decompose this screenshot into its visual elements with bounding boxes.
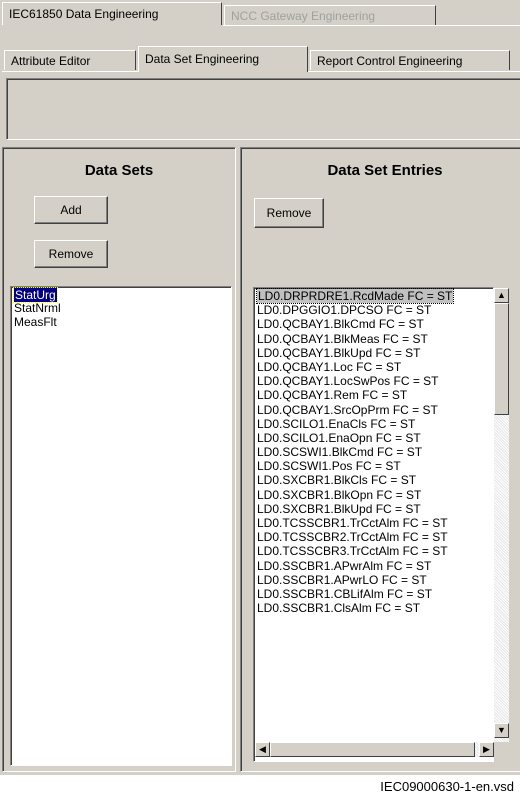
remove-entry-button[interactable]: Remove — [254, 198, 324, 228]
list-item-entry[interactable]: LD0.QCBAY1.SrcOpPrm FC = ST — [254, 403, 493, 417]
list-item-entry[interactable]: LD0.SXCBR1.BlkOpn FC = ST — [254, 488, 493, 502]
tab-ncc-gateway-engineering[interactable]: NCC Gateway Engineering — [224, 5, 436, 25]
list-item-entry[interactable]: LD0.TCSSCBR3.TrCctAlm FC = ST — [254, 544, 493, 558]
list-item-entry[interactable]: LD0.QCBAY1.BlkMeas FC = ST — [254, 332, 493, 346]
list-item-entry[interactable]: LD0.TCSSCBR1.TrCctAlm FC = ST — [254, 516, 493, 530]
list-item-entry[interactable]: LD0.QCBAY1.Rem FC = ST — [254, 388, 493, 402]
list-item-entry[interactable]: LD0.SSCBR1.CBLifAlm FC = ST — [254, 587, 493, 601]
tab-iec61850-data-engineering[interactable]: IEC61850 Data Engineering — [2, 2, 222, 25]
tab-data-set-engineering[interactable]: Data Set Engineering — [138, 46, 308, 72]
figure-caption: IEC09000630-1-en.vsd — [380, 779, 514, 794]
application-window: IEC61850 Data Engineering NCC Gateway En… — [0, 0, 520, 775]
entries-container: LD0.DRPRDRE1.RcdMade FC = ST LD0.DPGGIO1… — [254, 288, 493, 615]
data-set-entries-title: Data Set Entries — [327, 162, 443, 179]
list-item-entry[interactable]: LD0.SSCBR1.APwrAlm FC = ST — [254, 559, 493, 573]
tab-report-control-engineering[interactable]: Report Control Engineering — [310, 50, 510, 70]
list-item-entry[interactable]: LD0.QCBAY1.BlkUpd FC = ST — [254, 346, 493, 360]
scroll-up-button[interactable]: ▲ — [494, 288, 509, 303]
list-item-entry[interactable]: LD0.SCSWI1.BlkCmd FC = ST — [254, 445, 493, 459]
list-item-entry[interactable]: LD0.QCBAY1.Loc FC = ST — [254, 360, 493, 374]
scroll-right-button[interactable]: ▶ — [479, 742, 494, 757]
list-item-entry[interactable]: LD0.QCBAY1.LocSwPos FC = ST — [254, 374, 493, 388]
scrollbar-corner — [494, 742, 509, 757]
tab-attribute-editor[interactable]: Attribute Editor — [4, 50, 136, 70]
list-item-measflt[interactable]: MeasFlt — [11, 315, 231, 329]
list-item-statnrml[interactable]: StatNrml — [11, 302, 231, 315]
list-item-entry[interactable]: LD0.SSCBR1.ClsAlm FC = ST — [254, 601, 493, 615]
list-item-entry[interactable]: LD0.QCBAY1.BlkCmd FC = ST — [254, 317, 493, 331]
horizontal-scroll-thumb[interactable] — [270, 742, 475, 757]
list-item-statrug[interactable]: StatUrg — [11, 287, 231, 303]
list-item-entry[interactable]: LD0.DRPRDRE1.RcdMade FC = ST — [254, 288, 493, 304]
vertical-scroll-thumb[interactable] — [494, 303, 509, 415]
list-item-entry[interactable]: LD0.TCSSCBR2.TrCctAlm FC = ST — [254, 530, 493, 544]
data-set-entries-list[interactable]: LD0.DRPRDRE1.RcdMade FC = ST LD0.DPGGIO1… — [253, 287, 494, 762]
list-item-entry[interactable]: LD0.SCSWI1.Pos FC = ST — [254, 459, 493, 473]
list-item-entry[interactable]: LD0.SCILO1.EnaCls FC = ST — [254, 417, 493, 431]
data-sets-list[interactable]: StatUrg StatNrml MeasFlt — [10, 286, 232, 766]
scroll-left-button[interactable]: ◀ — [255, 742, 270, 757]
scroll-down-button[interactable]: ▼ — [494, 723, 509, 738]
data-sets-title: Data Sets — [84, 162, 154, 179]
list-item-entry[interactable]: LD0.SXCBR1.BlkCls FC = ST — [254, 473, 493, 487]
list-item-entry[interactable]: LD0.SCILO1.EnaOpn FC = ST — [254, 431, 493, 445]
tab-baseline — [223, 25, 520, 26]
subtab-baseline — [2, 71, 138, 72]
subtab-baseline-right — [308, 71, 520, 72]
list-item-entry[interactable]: LD0.DPGGIO1.DPCSO FC = ST — [254, 303, 493, 317]
remove-data-set-button[interactable]: Remove — [34, 240, 108, 268]
list-item-entry[interactable]: LD0.SSCBR1.APwrLO FC = ST — [254, 573, 493, 587]
add-data-set-button[interactable]: Add — [34, 196, 108, 224]
toolbar-area — [6, 78, 520, 140]
list-item-entry[interactable]: LD0.SXCBR1.BlkUpd FC = ST — [254, 502, 493, 516]
